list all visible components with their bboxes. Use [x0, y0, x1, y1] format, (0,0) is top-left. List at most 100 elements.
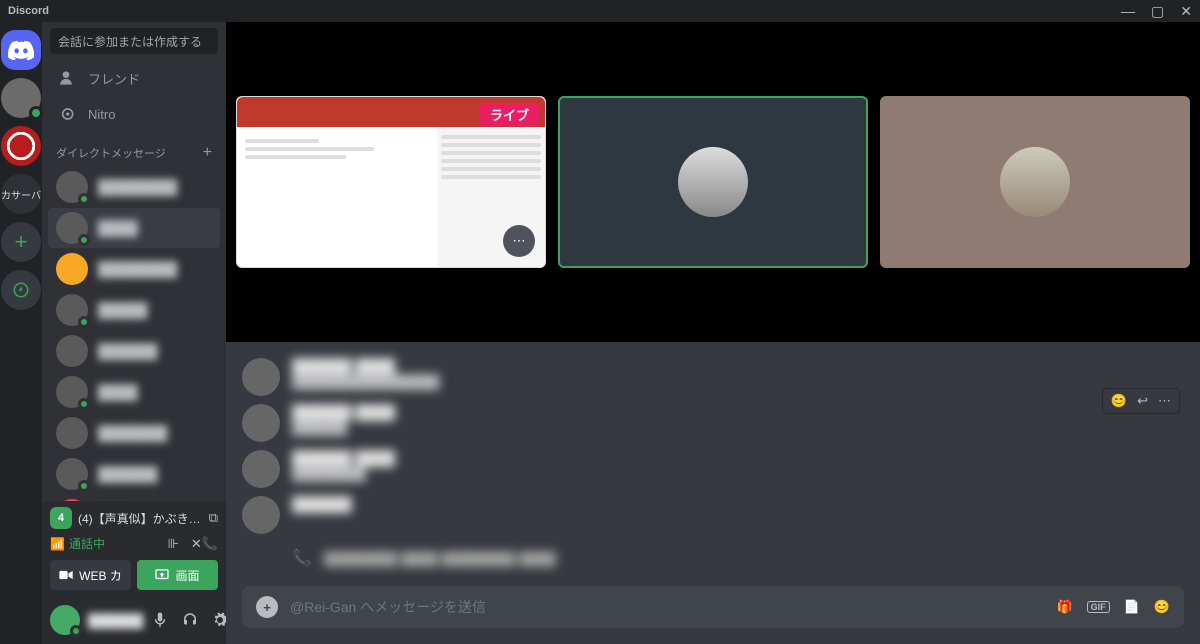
minimize-button[interactable]: —: [1121, 3, 1135, 20]
dm-username: ██████: [98, 343, 158, 359]
search-input[interactable]: 会話に参加または作成する: [50, 28, 218, 54]
dm-avatar: [56, 499, 88, 501]
user-panel: ██████: [42, 596, 226, 644]
dm-avatar: [56, 171, 88, 203]
popout-icon[interactable]: ⧉: [209, 510, 218, 526]
participant-tile[interactable]: [558, 96, 868, 268]
dm-item[interactable]: ███████: [48, 413, 220, 453]
attach-button[interactable]: +: [256, 596, 278, 618]
disconnect-icon[interactable]: ✕📞: [191, 536, 218, 552]
message: ██████ ██████████: [242, 404, 1184, 442]
dm-item[interactable]: ██████: [48, 331, 220, 371]
video-button[interactable]: WEB カ: [50, 560, 131, 590]
more-icon[interactable]: ⋯: [1158, 393, 1171, 409]
self-avatar[interactable]: [50, 605, 80, 635]
react-icon[interactable]: 😊: [1111, 393, 1127, 409]
dm-avatar: [56, 335, 88, 367]
message-text: ████████: [292, 466, 395, 481]
compass-icon: [12, 281, 30, 299]
sticker-icon[interactable]: 📄: [1124, 599, 1140, 615]
server-item[interactable]: [1, 78, 41, 118]
gift-icon[interactable]: 🎁: [1056, 599, 1072, 615]
signal-icon: 📶: [50, 537, 65, 551]
message: ██████ ████████████: [242, 450, 1184, 488]
voice-channel-name[interactable]: (4)【声真似】かぶき…: [78, 510, 203, 527]
close-button[interactable]: ✕: [1180, 3, 1192, 20]
reply-icon[interactable]: ↩: [1137, 393, 1148, 409]
explore-button[interactable]: [1, 270, 41, 310]
message-input[interactable]: [290, 599, 1044, 615]
message-author: ██████ ████: [292, 450, 395, 466]
chat-area: 😊 ↩ ⋯ ██████ ██████████████████████████ …: [226, 342, 1200, 586]
dm-username: ████: [98, 220, 138, 236]
dm-avatar: [56, 417, 88, 449]
gif-button[interactable]: GIF: [1087, 601, 1110, 613]
dm-avatar: [56, 458, 88, 490]
dm-username: ████████: [98, 179, 177, 195]
message-input-bar: + 🎁 GIF 📄 😊: [242, 586, 1184, 628]
dm-item[interactable]: ████████: [48, 167, 220, 207]
noise-suppress-icon[interactable]: ⊪: [168, 536, 179, 552]
tile-more-button[interactable]: ⋯: [503, 225, 535, 257]
message-avatar[interactable]: [242, 404, 280, 442]
call-area: ライブ ⋯: [226, 22, 1200, 342]
dm-item[interactable]: ██████: [48, 454, 220, 494]
call-log-entry: 📞 ████████ ████ ████████ ████: [242, 542, 1184, 574]
voice-count-badge: 4: [50, 507, 72, 529]
dm-username: ██████: [98, 466, 158, 482]
dm-item[interactable]: ████████: [48, 249, 220, 289]
participant-avatar: [678, 147, 748, 217]
dm-sidebar: 会話に参加または作成する フレンド Nitro ダイレクトメッセージ + ███…: [42, 22, 226, 644]
message: ██████ ████████████████████: [242, 358, 1184, 396]
screen-icon: [155, 569, 169, 581]
server-list: カサーバ +: [0, 22, 42, 644]
message-text: ██████: [292, 420, 395, 435]
dm-avatar: [56, 253, 88, 285]
message-text: ████████████████: [292, 374, 439, 389]
dm-avatar: [56, 376, 88, 408]
nitro-icon: [56, 104, 76, 124]
message: ██████: [242, 496, 1184, 534]
camera-icon: [59, 570, 73, 580]
dm-item[interactable]: ████: [48, 208, 220, 248]
new-dm-button[interactable]: +: [203, 144, 212, 162]
live-badge: ライブ: [480, 103, 539, 126]
nitro-nav[interactable]: Nitro: [42, 96, 226, 132]
maximize-button[interactable]: ▢: [1151, 3, 1164, 20]
message-author: ██████ ████: [292, 404, 395, 420]
dm-avatar: [56, 294, 88, 326]
discord-logo-icon: [8, 40, 34, 60]
emoji-icon[interactable]: 😊: [1154, 599, 1170, 615]
dm-avatar: [56, 212, 88, 244]
dm-username: ███████: [98, 425, 167, 441]
dm-item[interactable]: ████: [48, 372, 220, 412]
main-content: ライブ ⋯ 😊 ↩ ⋯ ██████ █████████████████████…: [226, 22, 1200, 644]
self-username: ██████: [88, 613, 143, 628]
voice-panel: 4 (4)【声真似】かぶき… ⧉ 📶 通話中 ⊪ ✕📞 WEB カ: [42, 501, 226, 596]
message-avatar[interactable]: [242, 496, 280, 534]
server-item[interactable]: カサーバ: [1, 174, 41, 214]
participant-avatar: [1000, 147, 1070, 217]
server-item[interactable]: [1, 126, 41, 166]
screen-share-button[interactable]: 画面: [137, 560, 218, 590]
dm-header-label: ダイレクトメッセージ: [56, 145, 166, 161]
mute-icon[interactable]: [151, 611, 169, 629]
app-name: Discord: [8, 5, 49, 17]
phone-icon: 📞: [292, 548, 312, 568]
screen-share-tile[interactable]: ライブ ⋯: [236, 96, 546, 268]
home-button[interactable]: [1, 30, 41, 70]
dm-item[interactable]: █████: [48, 290, 220, 330]
friends-nav[interactable]: フレンド: [42, 60, 226, 96]
message-avatar[interactable]: [242, 450, 280, 488]
deafen-icon[interactable]: [181, 611, 199, 629]
titlebar: Discord — ▢ ✕: [0, 0, 1200, 22]
add-server-button[interactable]: +: [1, 222, 41, 262]
message-avatar[interactable]: [242, 358, 280, 396]
dm-username: ████████: [98, 261, 177, 277]
voice-status: 📶 通話中: [50, 535, 105, 552]
message-actions: 😊 ↩ ⋯: [1102, 388, 1180, 414]
dm-item[interactable]: ███: [48, 495, 220, 501]
message-author: ██████ ████: [292, 358, 439, 374]
friends-icon: [56, 68, 76, 88]
participant-tile[interactable]: [880, 96, 1190, 268]
